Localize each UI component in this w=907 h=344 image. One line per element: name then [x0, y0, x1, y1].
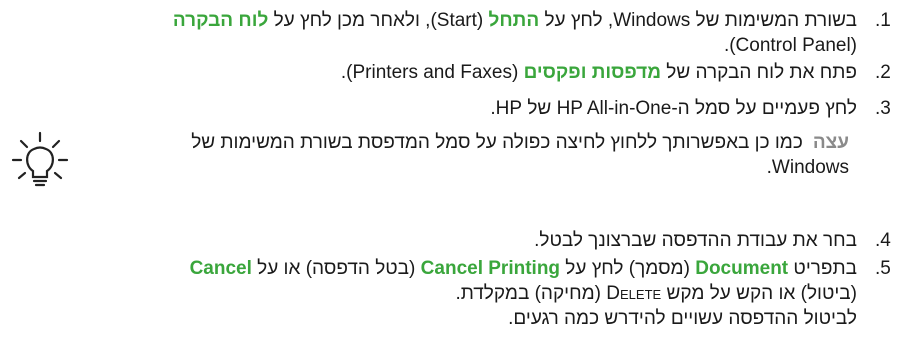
tip-label: עצה	[812, 132, 849, 153]
document-menu-term: Document	[695, 258, 789, 279]
step-text-line: לביטול ההדפסה עשויים להידרש כמה רגעים.	[508, 308, 857, 329]
step-number: .3	[875, 98, 891, 119]
step-number: .1	[875, 10, 891, 31]
step-text: (Start), ולאחר מכן לחץ על	[268, 10, 489, 31]
step-text-line: בתפריט Document (מסמך) לחץ על Cancel Pri…	[8, 256, 857, 281]
printers-faxes-term: מדפסות ופקסים	[523, 62, 662, 83]
step-text: בשורת המשימות של Windows, לחץ על	[539, 10, 857, 31]
cancel-printing-term: Cancel Printing	[420, 258, 561, 279]
tip-text-line: עצה כמו כן באפשרותך ללחוץ לחיצה כפולה על …	[73, 130, 849, 155]
step-text-line: (Control Panel).	[723, 35, 857, 56]
tip-text: כמו כן באפשרותך ללחוץ לחיצה כפולה על סמל…	[191, 132, 803, 153]
step-text: (מסמך) לחץ על	[560, 258, 696, 279]
start-menu-term: התחל	[488, 10, 540, 31]
step-text: בתפריט	[788, 258, 857, 279]
step-number: .5	[875, 258, 891, 279]
step-number: .4	[875, 230, 891, 251]
step-text: (מחיקה) במקלדת.	[455, 283, 607, 304]
step-text-line: (ביטול) או הקש על מקש Delete (מחיקה) במק…	[8, 281, 857, 306]
step-text: (ביטול) או הקש על מקש	[661, 283, 857, 304]
step-text-line: לחץ פעמיים על סמל ה-HP All-in-One של HP.	[490, 98, 857, 119]
control-panel-term: לוח הבקרה	[172, 10, 269, 31]
instructions-page: .1 בשורת המשימות של Windows, לחץ על התחל…	[0, 0, 907, 344]
delete-key-term: Delete	[606, 283, 662, 304]
step-text-line: פתח את לוח הבקרה של מדפסות ופקסים (Print…	[8, 60, 857, 85]
step-text-line: בשורת המשימות של Windows, לחץ על התחל (S…	[8, 8, 857, 33]
step-text: (בטל הדפסה) או על	[251, 258, 421, 279]
step-number: .2	[875, 62, 891, 83]
tip-text-line: Windows.	[766, 157, 849, 178]
cancel-term: Cancel	[189, 258, 252, 279]
step-text: (Printers and Faxes).	[340, 62, 524, 83]
lightbulb-icon	[11, 131, 69, 187]
step-text-line: בחר את עבודת ההדפסה שברצונך לבטל.	[534, 230, 857, 251]
tip-box: עצה כמו כן באפשרותך ללחוץ לחיצה כפולה על …	[9, 130, 849, 190]
step-text: פתח את לוח הבקרה של	[661, 62, 857, 83]
